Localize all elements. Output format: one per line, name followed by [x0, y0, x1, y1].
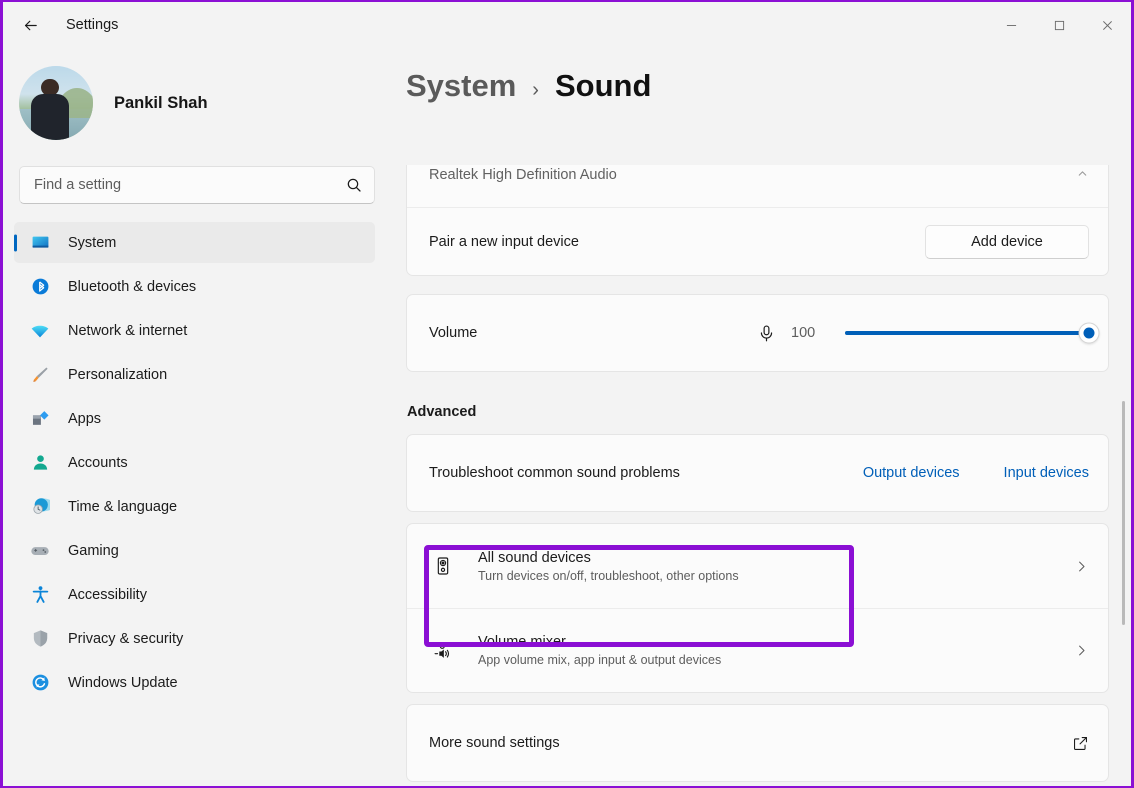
sidebar-item-windows-update[interactable]: Windows Update: [14, 662, 375, 703]
pair-input-device-row: Pair a new input device Add device: [407, 207, 1108, 275]
bluetooth-icon: [30, 277, 50, 297]
volume-mixer-row[interactable]: Volume mixer App volume mix, app input &…: [407, 608, 1108, 692]
sidebar-item-time-language[interactable]: Time & language: [14, 486, 375, 527]
breadcrumb: System › Sound: [406, 48, 1131, 104]
troubleshoot-row: Troubleshoot common sound problems Outpu…: [407, 435, 1108, 511]
volume-mixer-title: Volume mixer: [478, 634, 566, 650]
sidebar-item-system[interactable]: System: [14, 222, 375, 263]
sidebar-nav: System Bluetooth & devices Network & int…: [3, 222, 393, 703]
minimize-button[interactable]: [987, 2, 1035, 48]
sidebar-item-personalization[interactable]: Personalization: [14, 354, 375, 395]
update-icon: [30, 673, 50, 693]
sidebar-item-label: Accounts: [68, 454, 128, 471]
sidebar-item-gaming[interactable]: Gaming: [14, 530, 375, 571]
sidebar-item-label: Bluetooth & devices: [68, 278, 197, 295]
output-devices-link[interactable]: Output devices: [863, 465, 960, 481]
advanced-section-title: Advanced: [407, 404, 477, 420]
system-icon: [30, 233, 50, 253]
breadcrumb-parent[interactable]: System: [406, 68, 516, 104]
volume-label: Volume: [429, 325, 478, 341]
avatar: [19, 66, 93, 140]
speaker-icon: [429, 556, 457, 576]
sidebar-item-label: Network & internet: [68, 322, 188, 339]
troubleshoot-card: Troubleshoot common sound problems Outpu…: [406, 434, 1109, 512]
accounts-icon: [30, 453, 50, 473]
back-arrow-icon: [24, 20, 37, 30]
chevron-right-icon: [1074, 643, 1089, 658]
sidebar-item-label: Time & language: [68, 498, 178, 515]
back-button[interactable]: [13, 8, 47, 42]
sidebar-item-accounts[interactable]: Accounts: [14, 442, 375, 483]
search-icon[interactable]: [346, 177, 362, 193]
input-device-card: Realtek High Definition Audio Pair a new…: [406, 165, 1109, 276]
settings-window: Settings Pankil Shah Find a setting Syst…: [0, 0, 1134, 788]
wifi-icon: [30, 321, 50, 341]
search-input[interactable]: [34, 177, 346, 193]
breadcrumb-separator: ›: [532, 79, 539, 101]
gamepad-icon: [30, 541, 50, 561]
more-sound-settings-label: More sound settings: [429, 735, 560, 751]
page-title: Sound: [554, 68, 652, 103]
close-button[interactable]: [1083, 2, 1131, 48]
paintbrush-icon: [30, 365, 50, 385]
close-icon: [1102, 20, 1112, 30]
more-sound-settings-row[interactable]: More sound settings: [407, 705, 1108, 781]
realtek-device-row[interactable]: Realtek High Definition Audio: [407, 165, 1108, 207]
volume-slider-thumb[interactable]: [1078, 322, 1100, 344]
profile-name: Pankil Shah: [114, 93, 208, 112]
shield-icon: [30, 629, 50, 649]
volume-row: Volume 100: [407, 295, 1108, 371]
all-sound-devices-highlight: All sound devices Turn devices on/off, t…: [424, 544, 854, 647]
external-link-icon: [1072, 735, 1089, 752]
chevron-right-icon: [1074, 559, 1089, 574]
sidebar-item-privacy-security[interactable]: Privacy & security: [14, 618, 375, 659]
sidebar-item-label: Apps: [68, 410, 102, 427]
title-bar: Settings: [3, 2, 1131, 48]
window-title: Settings: [66, 17, 119, 33]
volume-mixer-subtitle: App volume mix, app input & output devic…: [478, 653, 722, 667]
sidebar-item-label: Gaming: [68, 542, 119, 559]
maximize-button[interactable]: [1035, 2, 1083, 48]
settings-scroll-area: Realtek High Definition Audio Pair a new…: [406, 165, 1131, 786]
volume-mixer-icon: [429, 640, 457, 661]
troubleshoot-label: Troubleshoot common sound problems: [429, 465, 680, 481]
scrollbar-thumb[interactable]: [1122, 400, 1125, 625]
content-scrollbar[interactable]: [1122, 165, 1125, 786]
maximize-icon: [1054, 20, 1064, 30]
device-name: Realtek High Definition Audio: [429, 167, 617, 183]
sidebar-item-bluetooth-devices[interactable]: Bluetooth & devices: [14, 266, 375, 307]
window-controls: [987, 2, 1131, 48]
volume-value: 100: [791, 325, 816, 341]
add-device-button[interactable]: Add device: [925, 224, 1089, 259]
volume-card: Volume 100: [406, 294, 1109, 372]
all-sound-devices-subtitle: Turn devices on/off, troubleshoot, other…: [478, 568, 739, 583]
sidebar-item-network-internet[interactable]: Network & internet: [14, 310, 375, 351]
all-sound-devices-title: All sound devices: [478, 549, 591, 566]
sidebar-item-label: Accessibility: [68, 586, 147, 603]
search-box[interactable]: [19, 166, 375, 204]
user-profile[interactable]: Pankil Shah: [3, 60, 393, 140]
sidebar-item-label: System: [68, 234, 117, 251]
main-content: System › Sound Realtek High Definition A…: [393, 48, 1131, 786]
microphone-icon[interactable]: [757, 324, 776, 343]
sound-devices-card: All sound devices Turn devices on/off, t…: [406, 523, 1109, 693]
pair-device-label: Pair a new input device: [429, 233, 579, 250]
sidebar-item-label: Personalization: [68, 366, 168, 383]
sidebar: Pankil Shah Find a setting System Blueto…: [3, 48, 393, 786]
minimize-icon: [1006, 24, 1016, 26]
clock-globe-icon: [30, 497, 50, 517]
volume-slider[interactable]: [845, 321, 1100, 345]
accessibility-icon: [30, 585, 50, 605]
chevron-up-icon: [1076, 167, 1089, 180]
apps-icon: [30, 409, 50, 429]
all-sound-devices-row[interactable]: All sound devices Turn devices on/off, t…: [407, 524, 1108, 647]
sidebar-item-label: Privacy & security: [68, 630, 184, 647]
sidebar-item-apps[interactable]: Apps: [14, 398, 375, 439]
input-devices-link[interactable]: Input devices: [1004, 465, 1089, 481]
more-sound-settings-card: More sound settings: [406, 704, 1109, 782]
sidebar-item-accessibility[interactable]: Accessibility: [14, 574, 375, 615]
sidebar-item-label: Windows Update: [68, 674, 178, 691]
